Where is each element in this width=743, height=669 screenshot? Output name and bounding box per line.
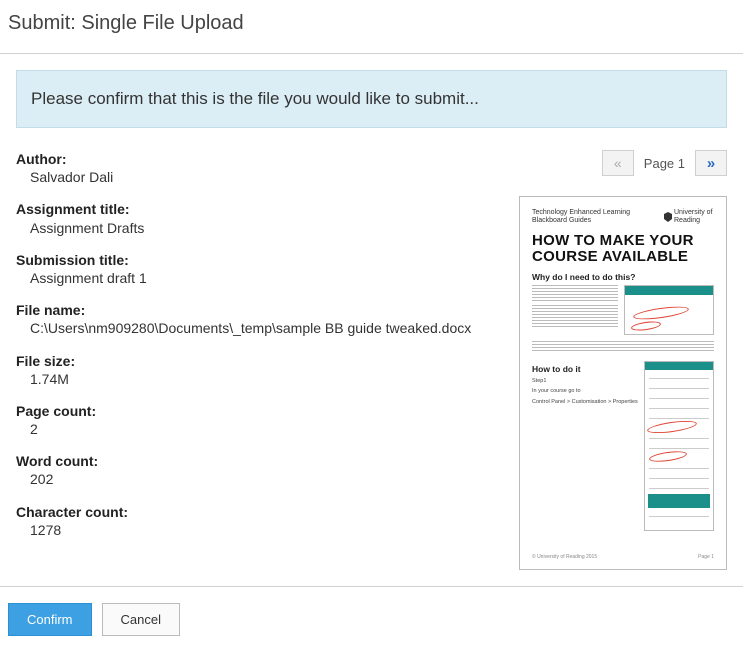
- thumb-h1: HOW TO MAKE YOUR COURSE AVAILABLE: [532, 233, 714, 265]
- thumb-brand-left-line2: Blackboard Guides: [532, 217, 630, 225]
- page-count-label: Page count:: [16, 402, 499, 420]
- thumb-para: [532, 285, 618, 301]
- thumb-why-heading: Why do I need to do this?: [532, 273, 714, 283]
- thumb-screenshot-2: [644, 361, 714, 531]
- submission-title-value: Assignment draft 1: [16, 269, 499, 287]
- author-value: Salvador Dali: [16, 168, 499, 186]
- document-thumbnail[interactable]: Technology Enhanced Learning Blackboard …: [519, 196, 727, 570]
- confirm-banner: Please confirm that this is the file you…: [16, 70, 727, 128]
- thumb-step1: Step1: [532, 378, 638, 384]
- thumb-para: [532, 305, 618, 329]
- thumb-brand-left-line1: Technology Enhanced Learning: [532, 209, 630, 217]
- thumb-h1-line2: COURSE AVAILABLE: [532, 249, 714, 265]
- file-size-label: File size:: [16, 352, 499, 370]
- cancel-button[interactable]: Cancel: [102, 603, 180, 636]
- thumb-step1-nav: Control Panel > Customisation > Properti…: [532, 399, 638, 405]
- pager-prev-button[interactable]: «: [602, 150, 634, 176]
- file-name-label: File name:: [16, 301, 499, 319]
- thumb-para: [532, 341, 714, 351]
- preview-column: « Page 1 » Technology Enhanced Learning …: [519, 150, 727, 570]
- word-count-value: 202: [16, 470, 499, 488]
- char-count-label: Character count:: [16, 503, 499, 521]
- thumb-step1-sub: In your course go to: [532, 388, 638, 394]
- file-name-value: C:\Users\nm909280\Documents\_temp\sample…: [16, 319, 499, 337]
- thumb-brand-left: Technology Enhanced Learning Blackboard …: [532, 209, 630, 225]
- page-title: Submit: Single File Upload: [0, 0, 743, 54]
- file-size-value: 1.74M: [16, 370, 499, 388]
- submission-title-label: Submission title:: [16, 251, 499, 269]
- assignment-title-label: Assignment title:: [16, 200, 499, 218]
- assignment-title-value: Assignment Drafts: [16, 219, 499, 237]
- author-label: Author:: [16, 150, 499, 168]
- pager-next-button[interactable]: »: [695, 150, 727, 176]
- metadata-panel: Author: Salvador Dali Assignment title: …: [16, 150, 499, 553]
- char-count-value: 1278: [16, 521, 499, 539]
- confirm-button[interactable]: Confirm: [8, 603, 92, 636]
- page-count-value: 2: [16, 420, 499, 438]
- thumb-screenshot-1: [624, 285, 714, 335]
- word-count-label: Word count:: [16, 452, 499, 470]
- thumb-brand-right: University of Reading: [664, 209, 714, 225]
- thumb-brand-right-text: University of Reading: [674, 209, 714, 225]
- content-area: Please confirm that this is the file you…: [0, 54, 743, 586]
- shield-icon: [664, 212, 672, 222]
- thumb-h1-line1: HOW TO MAKE YOUR: [532, 233, 714, 249]
- thumb-footer: © University of Reading 2015Page 1: [532, 555, 714, 561]
- pager-label: Page 1: [644, 156, 685, 171]
- pager: « Page 1 »: [602, 150, 727, 176]
- footer-bar: Confirm Cancel: [0, 586, 743, 652]
- thumb-howto-heading: How to do it: [532, 365, 638, 375]
